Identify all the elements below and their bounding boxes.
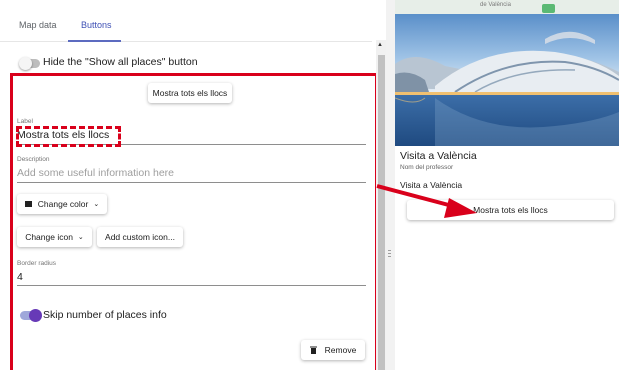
editor-panel: Map data Buttons Hide the "Show all plac… (0, 0, 378, 370)
tab-buttons[interactable]: Buttons (81, 20, 112, 30)
tab-bar: Map data Buttons (0, 14, 372, 42)
place-author: Nom del professor (400, 164, 454, 171)
show-all-places-button[interactable]: Mostra tots els llocs (407, 200, 614, 220)
drag-handle-icon[interactable] (388, 250, 392, 264)
annotation-dashed-highlight (16, 126, 121, 147)
map-marker-icon (542, 4, 555, 13)
hide-show-all-label: Hide the "Show all places" button (43, 56, 198, 68)
active-tab-indicator (68, 40, 121, 42)
scrollbar-thumb[interactable] (378, 55, 385, 370)
scroll-up-icon[interactable]: ▲ (377, 42, 383, 48)
tab-map-data[interactable]: Map data (19, 20, 57, 30)
place-photo (395, 14, 619, 146)
place-title: Visita a València (400, 150, 477, 162)
annotation-highlight-box (10, 73, 378, 370)
toggle-knob (19, 57, 32, 70)
place-name-line: Visita a València (400, 180, 463, 190)
hide-show-all-toggle[interactable] (19, 57, 40, 70)
map-attribution-text: de València (480, 2, 511, 8)
show-all-places-button-label: Mostra tots els llocs (473, 205, 548, 215)
place-photo-image (395, 14, 619, 146)
